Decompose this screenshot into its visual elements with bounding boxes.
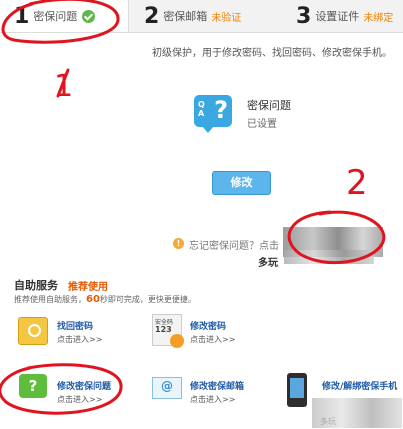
step-label: 密保问题: [33, 10, 78, 23]
enter-link[interactable]: 点击进入>>: [57, 334, 102, 345]
protection-description: 初级保护，用于修改密码、找回密码、修改密保手机。: [152, 48, 392, 59]
phone-icon[interactable]: [287, 373, 307, 407]
enter-link[interactable]: 点击进入>>: [190, 394, 235, 405]
password-card-icon[interactable]: 安全码 123: [152, 314, 184, 348]
enter-link[interactable]: 点击进入>>: [190, 334, 235, 345]
change-security-phone-link[interactable]: 修改/解绑密保手机: [322, 379, 397, 392]
blurred-region: [284, 250, 374, 264]
question-bubble-green-icon[interactable]: ?: [19, 374, 47, 398]
modify-button[interactable]: 修改: [212, 171, 271, 195]
more-text: 多玩: [258, 258, 278, 269]
forgot-question-link[interactable]: 忘记密保问题？点击: [189, 237, 279, 252]
step-status: 未验证: [211, 12, 242, 24]
question-title: 密保问题: [247, 99, 291, 112]
folder-search-icon[interactable]: [18, 317, 48, 345]
blurred-region: [312, 398, 402, 428]
step-number: 3: [296, 3, 312, 29]
step-security-email[interactable]: 2 密保邮箱 未验证: [130, 0, 270, 32]
arrow-line-1: [56, 68, 70, 98]
change-security-email-link[interactable]: 修改密保邮箱: [190, 379, 244, 392]
step-number: 1: [14, 3, 30, 29]
self-service-title: 自助服务: [14, 279, 58, 292]
warning-icon: !: [173, 238, 184, 249]
step-status: 未绑定: [363, 12, 394, 24]
check-icon: [82, 9, 96, 23]
change-security-question-link[interactable]: 修改密保问题: [57, 379, 111, 392]
question-status: 已设置: [247, 119, 277, 130]
step-number: 2: [144, 3, 160, 29]
question-mark: ?: [214, 96, 228, 124]
step-set-id[interactable]: 3 设置证件 未绑定: [282, 0, 402, 32]
self-service-recommend: 推荐使用: [68, 282, 108, 293]
retrieve-password-link[interactable]: 找回密码: [57, 319, 93, 332]
annotation-number-1: 1: [54, 69, 73, 104]
self-service-description: 推荐使用自助服务，60秒即可完成，更快更便捷。: [14, 294, 196, 305]
step-label: 密保邮箱: [163, 10, 208, 23]
mail-icon[interactable]: [152, 377, 182, 399]
step-label: 设置证件: [315, 10, 360, 23]
change-password-link[interactable]: 修改密码: [190, 319, 226, 332]
question-bubble-icon: QA ?: [194, 95, 232, 133]
annotation-number-2: 2: [346, 163, 368, 203]
enter-link[interactable]: 点击进入>>: [57, 394, 102, 405]
red-annotations: 1 2: [0, 0, 386, 415]
step-security-question[interactable]: 1 密保问题: [0, 0, 129, 32]
